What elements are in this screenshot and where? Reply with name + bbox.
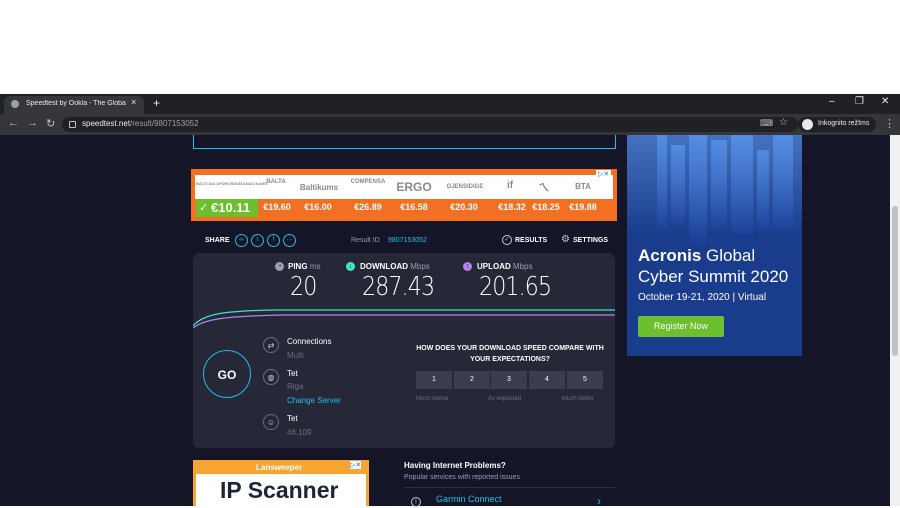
insurer-logo: ERGO xyxy=(396,180,432,194)
favicon-icon xyxy=(11,100,19,108)
rating-button-4[interactable]: 4 xyxy=(529,371,565,389)
user-icon: ☺ xyxy=(263,414,279,430)
price-label: €19.60 xyxy=(263,202,291,212)
incognito-icon xyxy=(802,119,813,130)
minimize-button[interactable]: – xyxy=(829,96,835,107)
divider xyxy=(404,487,615,488)
isp-ip: 46.109 xyxy=(287,428,312,437)
problems-subtitle: Popular services with reported issues xyxy=(404,474,520,481)
server-location: Riga xyxy=(287,382,304,391)
incognito-label: Inkognito režīms xyxy=(818,120,870,127)
insurer-logo: BTA xyxy=(575,182,591,191)
tab-title: Speedtest by Ookla - The Global xyxy=(26,100,126,107)
settings-link[interactable]: SETTINGS xyxy=(573,237,608,244)
best-price-value: €10.11 xyxy=(211,200,251,215)
insurer-logo: if xyxy=(506,180,514,191)
lock-icon[interactable] xyxy=(69,121,76,128)
acronis-date: October 19-21, 2020 | Virtual xyxy=(638,292,767,303)
share-label: SHARE xyxy=(205,237,230,244)
insurer-logo: BALTA xyxy=(266,179,286,185)
back-icon[interactable]: ← xyxy=(8,117,19,129)
connections-title: Connections xyxy=(287,337,332,346)
upload-graph-line xyxy=(193,314,615,329)
connections-icon: ⇄ xyxy=(263,337,279,353)
ping-icon: ◔ xyxy=(275,262,284,271)
url-text[interactable]: speedtest.net/result/9807153052 xyxy=(82,119,199,128)
price-label: €16.00 xyxy=(304,202,332,212)
rating-button-1[interactable]: 1 xyxy=(416,371,452,389)
insurer-logo: Baltikums xyxy=(299,183,339,192)
acronis-ad-glow xyxy=(627,135,802,235)
isp-name: Tet xyxy=(287,414,298,423)
translate-icon[interactable]: ⌨ xyxy=(760,118,773,129)
server-name: Tet xyxy=(287,369,298,378)
insurer-logo: COMPENSA xyxy=(350,179,386,185)
upload-title: UPLOAD xyxy=(477,262,511,271)
results-link[interactable]: RESULTS xyxy=(515,237,547,244)
close-tab-icon[interactable]: × xyxy=(131,97,136,107)
rating-caption-high: Much better xyxy=(562,396,594,402)
adchoices-icon[interactable]: ▷✕ xyxy=(350,461,362,469)
speed-graph xyxy=(193,309,615,329)
url-path: /result/9807153052 xyxy=(130,119,199,128)
ping-title: PING xyxy=(288,262,308,271)
rating-button-2[interactable]: 2 xyxy=(454,371,490,389)
result-id-label: Result ID xyxy=(351,237,380,244)
download-label: DOWNLOAD Mbps xyxy=(360,262,430,271)
gear-icon[interactable]: ⚙ xyxy=(561,234,570,245)
acronis-brand: Acronis xyxy=(638,246,702,265)
more-share-icon[interactable]: ··· xyxy=(283,234,296,247)
check-circle-icon[interactable]: ✓ xyxy=(502,235,512,245)
insurer-logo: BALTIJAS APDROŠINĀŠANAS NAMS xyxy=(196,181,268,186)
scrollbar-thumb[interactable] xyxy=(892,206,898,356)
price-label: €18.25 xyxy=(532,202,560,212)
problems-title: Having Internet Problems? xyxy=(404,461,506,470)
go-label[interactable]: GO xyxy=(203,368,251,382)
rating-button-5[interactable]: 5 xyxy=(567,371,603,389)
globe-icon: ◍ xyxy=(263,369,279,385)
download-title: DOWNLOAD xyxy=(360,262,408,271)
upload-unit: Mbps xyxy=(513,262,533,271)
price-label: €16.58 xyxy=(400,202,428,212)
acronis-title[interactable]: Acronis Global Cyber Summit 2020 xyxy=(638,245,803,287)
lansweeper-logo: Lansweeper xyxy=(256,463,303,472)
insurer-logo: ㄟ xyxy=(538,182,550,194)
download-icon: ↓ xyxy=(346,262,355,271)
close-window-button[interactable]: ✕ xyxy=(881,96,889,107)
upload-label: UPLOAD Mbps xyxy=(477,262,533,271)
price-label: €26.89 xyxy=(354,202,382,212)
insurer-logo: GJENSIDIGE xyxy=(446,184,484,190)
result-id-link[interactable]: 9807153052 xyxy=(388,237,427,244)
ping-label: PING ms xyxy=(288,262,320,271)
adchoices-icon[interactable]: ▷✕ xyxy=(596,170,612,178)
facebook-icon[interactable]: f xyxy=(267,234,280,247)
forward-icon[interactable]: → xyxy=(27,117,38,129)
service-garmin-connect[interactable]: Garmin Connect xyxy=(436,494,502,504)
check-icon: ✓ xyxy=(199,202,209,214)
menu-icon[interactable]: ⋮ xyxy=(884,117,895,130)
price-label: €20.30 xyxy=(450,202,478,212)
lansweeper-title[interactable]: IP Scanner xyxy=(220,477,338,504)
url-host: speedtest.net xyxy=(82,119,131,128)
connections-value: Multi xyxy=(287,351,304,360)
rating-caption-mid: As expected xyxy=(488,396,522,402)
top-ad-frame xyxy=(193,135,616,149)
change-server-link[interactable]: Change Server xyxy=(287,396,341,405)
survey-question: HOW DOES YOUR DOWNLOAD SPEED COMPARE WIT… xyxy=(416,345,604,363)
download-unit: Mbps xyxy=(410,262,430,271)
download-graph-line xyxy=(193,309,615,327)
new-tab-button[interactable]: + xyxy=(153,96,160,110)
rating-caption-low: Much worse xyxy=(416,396,449,402)
rating-button-3[interactable]: 3 xyxy=(491,371,527,389)
link-icon[interactable]: ∞ xyxy=(235,234,248,247)
reload-icon[interactable]: ↻ xyxy=(46,117,55,130)
upload-icon: ↑ xyxy=(463,262,472,271)
price-label: €19.88 xyxy=(569,202,597,212)
bookmark-star-icon[interactable]: ☆ xyxy=(779,117,788,128)
maximize-button[interactable]: ❐ xyxy=(855,96,864,107)
twitter-icon[interactable]: t xyxy=(251,234,264,247)
register-now-label[interactable]: Register Now xyxy=(638,321,724,331)
ping-unit: ms xyxy=(309,262,321,271)
